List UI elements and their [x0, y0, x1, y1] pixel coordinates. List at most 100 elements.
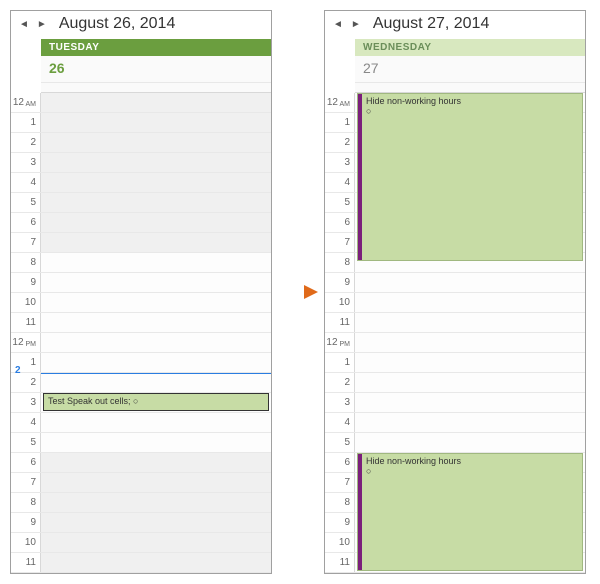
hour-cell[interactable]: [41, 333, 271, 352]
hour-label: 8: [11, 493, 41, 512]
hour-label: 10: [325, 533, 355, 552]
appointment-status-stripe: [358, 94, 362, 260]
hour-label: 6: [11, 453, 41, 472]
hour-label: 7: [11, 233, 41, 252]
hour-row[interactable]: 10: [11, 293, 271, 313]
hour-row[interactable]: 6: [11, 453, 271, 473]
hour-row[interactable]: 9: [11, 513, 271, 533]
hour-cell[interactable]: [41, 93, 271, 112]
hour-row[interactable]: 1: [11, 113, 271, 133]
hour-cell[interactable]: [41, 313, 271, 332]
calendar-pane-left: ◄ ► August 26, 2014 TUESDAY 26 12 AM1234…: [10, 10, 272, 574]
next-day-button[interactable]: ►: [35, 19, 49, 30]
appointment[interactable]: Test Speak out cells; ○: [43, 393, 269, 411]
hour-cell[interactable]: [41, 453, 271, 472]
hour-label: 2: [325, 373, 355, 392]
hour-cell[interactable]: [41, 413, 271, 432]
hour-cell[interactable]: [355, 393, 585, 412]
hour-row[interactable]: 4: [11, 413, 271, 433]
hour-cell[interactable]: [41, 193, 271, 212]
next-day-button[interactable]: ►: [349, 19, 363, 30]
hour-label: 6: [325, 453, 355, 472]
hour-row[interactable]: 5: [11, 433, 271, 453]
hour-row[interactable]: 3: [325, 393, 585, 413]
hour-cell[interactable]: [355, 273, 585, 292]
hour-cell[interactable]: [41, 553, 271, 572]
allday-zone[interactable]: [41, 83, 271, 93]
hour-cell[interactable]: [41, 233, 271, 252]
hour-label: 7: [325, 473, 355, 492]
hour-row[interactable]: 7: [11, 233, 271, 253]
hour-cell[interactable]: [355, 313, 585, 332]
hour-cell[interactable]: [41, 433, 271, 452]
hour-row[interactable]: 1: [11, 353, 271, 373]
hour-cell[interactable]: [355, 353, 585, 372]
hour-cell[interactable]: [41, 373, 271, 392]
hour-label: 6: [11, 213, 41, 232]
hour-row[interactable]: 2: [325, 373, 585, 393]
hour-cell[interactable]: [41, 473, 271, 492]
hour-cell[interactable]: [41, 173, 271, 192]
hour-row[interactable]: 6: [11, 213, 271, 233]
ampm-label: PM: [338, 341, 350, 348]
hour-row[interactable]: 3: [11, 153, 271, 173]
hour-row[interactable]: 11: [11, 553, 271, 573]
hour-cell[interactable]: [355, 413, 585, 432]
hour-label: 10: [11, 533, 41, 552]
hour-row[interactable]: 1: [325, 353, 585, 373]
hour-cell[interactable]: [41, 133, 271, 152]
hour-row[interactable]: 12 PM: [11, 333, 271, 353]
ampm-label: AM: [338, 101, 350, 108]
hour-label: 5: [325, 433, 355, 452]
hour-row[interactable]: 2: [11, 133, 271, 153]
hour-label: 12 PM: [11, 333, 41, 352]
appointment[interactable]: Hide non-working hours○: [357, 93, 583, 261]
prev-day-button[interactable]: ◄: [331, 19, 345, 30]
appointment[interactable]: Hide non-working hours○: [357, 453, 583, 571]
hour-cell[interactable]: [41, 273, 271, 292]
hour-cell[interactable]: [41, 113, 271, 132]
allday-zone[interactable]: [355, 83, 585, 93]
hour-cell[interactable]: [41, 353, 271, 372]
hour-row[interactable]: 7: [11, 473, 271, 493]
hour-label: 11: [11, 553, 41, 572]
hour-cell[interactable]: [41, 253, 271, 272]
hour-cell[interactable]: [41, 153, 271, 172]
hour-row[interactable]: 9: [325, 273, 585, 293]
hour-row[interactable]: 4: [11, 173, 271, 193]
hour-cell[interactable]: [355, 293, 585, 312]
hour-row[interactable]: 2: [11, 373, 271, 393]
hour-row[interactable]: 5: [11, 193, 271, 213]
hour-row[interactable]: 9: [11, 273, 271, 293]
hour-row[interactable]: 8: [11, 493, 271, 513]
hour-row[interactable]: 5: [325, 433, 585, 453]
hour-label: 1: [325, 113, 355, 132]
appointment-title: Test Speak out cells; ○: [48, 396, 264, 406]
hour-label: 2: [325, 133, 355, 152]
hour-row[interactable]: 8: [11, 253, 271, 273]
hour-label: 1: [11, 113, 41, 132]
day-number[interactable]: 27: [355, 56, 585, 83]
hour-cell[interactable]: [355, 373, 585, 392]
calendar-header: ◄ ► August 26, 2014: [11, 11, 271, 35]
hour-cell[interactable]: [41, 533, 271, 552]
hour-label: 1: [325, 353, 355, 372]
hour-row[interactable]: 12 PM: [325, 333, 585, 353]
hour-row[interactable]: 11: [325, 313, 585, 333]
hour-cell[interactable]: [355, 433, 585, 452]
hour-row[interactable]: 11: [11, 313, 271, 333]
day-banner: TUESDAY: [41, 39, 271, 56]
hour-cell[interactable]: [41, 493, 271, 512]
appointment-sub: ○: [366, 106, 578, 116]
hour-cell[interactable]: [41, 293, 271, 312]
hour-cell[interactable]: [41, 213, 271, 232]
hour-cell[interactable]: [355, 333, 585, 352]
hour-row[interactable]: 12 AM: [11, 93, 271, 113]
hour-cell[interactable]: [41, 513, 271, 532]
hour-row[interactable]: 4: [325, 413, 585, 433]
prev-day-button[interactable]: ◄: [17, 19, 31, 30]
day-number[interactable]: 26: [41, 56, 271, 83]
hour-row[interactable]: 10: [325, 293, 585, 313]
hour-row[interactable]: 10: [11, 533, 271, 553]
ampm-label: PM: [24, 341, 36, 348]
